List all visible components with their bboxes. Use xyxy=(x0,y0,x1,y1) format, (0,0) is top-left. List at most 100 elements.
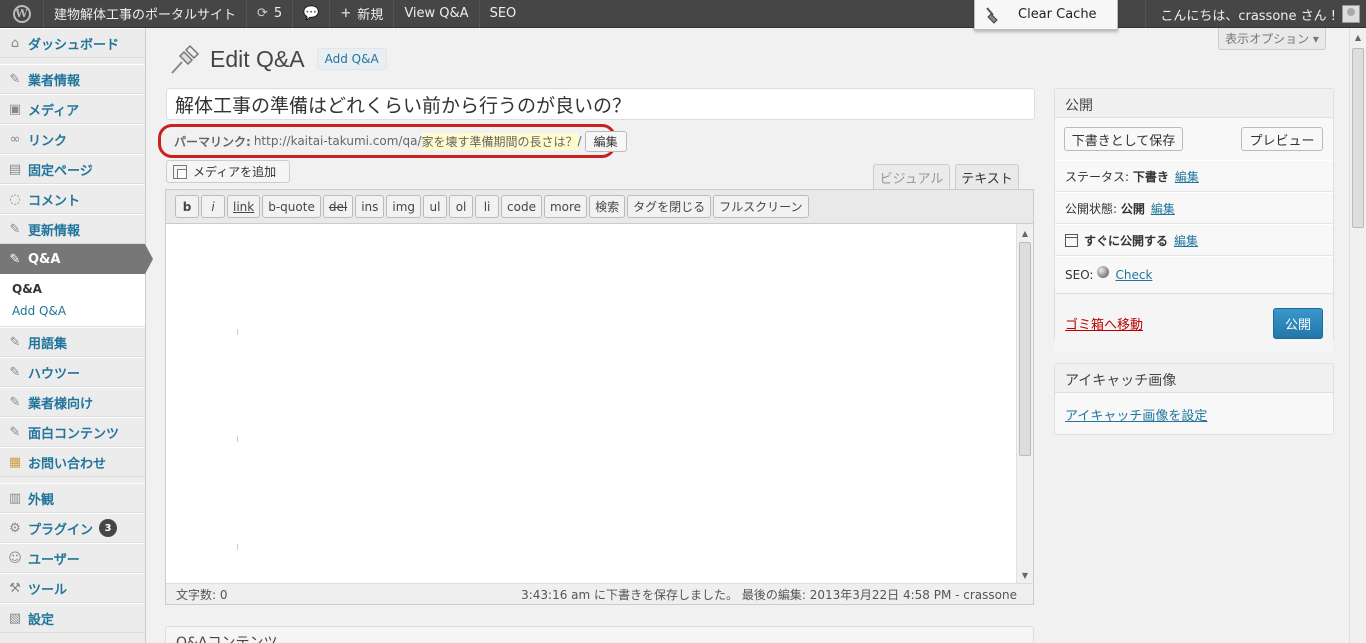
wordpress-logo-menu[interactable]: W xyxy=(0,0,44,28)
clear-cache-label: Clear Cache xyxy=(1018,7,1097,22)
sidebar-item-for-contractors[interactable]: ✎ 業者様向け xyxy=(0,387,145,417)
sidebar-item-contact[interactable]: ▦ お問い合わせ xyxy=(0,447,145,477)
site-name-link[interactable]: 建物解体工事のポータルサイト xyxy=(44,0,248,28)
sidebar-item-dashboard[interactable]: ⌂ ダッシュボード xyxy=(0,28,145,58)
sidebar-item-label: Q&A xyxy=(28,251,61,267)
featured-image-heading[interactable]: アイキャッチ画像 xyxy=(1055,364,1333,393)
sidebar-item-label: プラグイン xyxy=(28,522,94,538)
schedule-edit-link[interactable]: 編集 xyxy=(1174,232,1198,249)
visibility-value: 公開 xyxy=(1120,201,1145,216)
publish-box-heading[interactable]: 公開 xyxy=(1055,89,1333,118)
set-featured-image-link[interactable]: アイキャッチ画像を設定 xyxy=(1055,393,1333,436)
qt-blockquote-button[interactable]: b-quote xyxy=(262,195,321,218)
page-scroll-up-arrow-icon[interactable]: ▲ xyxy=(1350,30,1366,44)
pin-icon: ✎ xyxy=(9,424,21,440)
main-content: 表示オプション ▾ Edit Q&A Add Q&A 解体工事の準備はどれくらい… xyxy=(146,28,1366,643)
qt-search-button[interactable]: 検索 xyxy=(589,195,626,218)
save-draft-button[interactable]: 下書きとして保存 xyxy=(1064,127,1183,151)
publish-minor-actions: 下書きとして保存 プレビュー xyxy=(1055,118,1333,160)
seo-label: SEO: xyxy=(1065,268,1094,282)
sidebar-item-howto[interactable]: ✎ ハウツー xyxy=(0,357,145,387)
pin-icon: ✎ xyxy=(9,364,21,380)
sidebar-item-settings[interactable]: ▧ 設定 xyxy=(0,603,145,633)
sidebar-item-qa[interactable]: ✎ Q&A xyxy=(0,244,153,274)
qt-img-button[interactable]: img xyxy=(386,195,422,218)
qt-code-button[interactable]: code xyxy=(501,195,542,218)
page-scrollbar-thumb[interactable] xyxy=(1352,48,1364,228)
comments-link[interactable]: 💬 xyxy=(293,0,331,28)
tab-text[interactable]: テキスト xyxy=(955,164,1019,190)
tab-visual[interactable]: ビジュアル xyxy=(873,164,950,190)
qt-ul-button[interactable]: ul xyxy=(423,195,448,218)
scroll-up-arrow-icon[interactable]: ▲ xyxy=(1017,226,1033,240)
updates-link[interactable]: ⟳ 5 xyxy=(247,0,294,28)
qt-bold-button[interactable]: b xyxy=(175,195,199,218)
sidebar-item-links[interactable]: ∞ リンク xyxy=(0,124,145,154)
sidebar-item-plugins[interactable]: ⚙ プラグイン 3 xyxy=(0,513,145,543)
sidebar-item-appearance[interactable]: ▥ 外観 xyxy=(0,483,145,513)
status-edit-link[interactable]: 編集 xyxy=(1175,168,1199,185)
my-account-menu[interactable]: こんにちは、crassone さん ! xyxy=(1145,0,1366,28)
pin-icon: ✎ xyxy=(9,251,21,267)
pin-icon: ✎ xyxy=(9,221,21,237)
permalink-label: パーマリンク: xyxy=(174,134,251,149)
seo-menu[interactable]: SEO xyxy=(480,0,527,28)
sidebar-item-users[interactable]: ☺ ユーザー xyxy=(0,543,145,573)
qt-ol-button[interactable]: ol xyxy=(449,195,474,218)
view-qa-link[interactable]: View Q&A xyxy=(394,0,480,28)
sidebar-item-comments[interactable]: ◌ コメント xyxy=(0,184,145,214)
qt-close-tags-button[interactable]: タグを閉じる xyxy=(627,195,712,218)
sidebar-item-label: 設定 xyxy=(28,612,55,628)
permalink-slug[interactable]: 家を壊す準備期間の長さは？ xyxy=(421,132,578,150)
sidebar-item-label: 業者様向け xyxy=(28,396,94,412)
updates-count: 5 xyxy=(273,6,283,21)
move-to-trash-link[interactable]: ゴミ箱へ移動 xyxy=(1065,314,1143,333)
permalink-edit-button[interactable]: 編集 xyxy=(584,130,627,152)
content-textarea[interactable] xyxy=(166,224,1018,584)
sidebar-item-fun-content[interactable]: ✎ 面白コンテンツ xyxy=(0,417,145,447)
sidebar-item-glossary[interactable]: ✎ 用語集 xyxy=(0,327,145,357)
qa-submenu: Q&A Add Q&A xyxy=(0,274,145,327)
visibility-label: 公開状態: xyxy=(1065,201,1118,216)
sidebar-item-label: ダッシュボード xyxy=(28,37,120,53)
sidebar-item-updates[interactable]: ✎ 更新情報 xyxy=(0,214,145,244)
form-icon: ▦ xyxy=(8,454,22,470)
screen-options-button[interactable]: 表示オプション ▾ xyxy=(1218,28,1326,50)
plugin-update-badge: 3 xyxy=(99,519,118,537)
qt-fullscreen-button[interactable]: フルスクリーン xyxy=(713,195,809,218)
sidebar-item-company-info[interactable]: ✎ 業者情報 xyxy=(0,64,145,94)
status-value: 下書き xyxy=(1132,169,1169,184)
word-count: 文字数: 0 xyxy=(176,587,228,602)
comment-bubble-icon: 💬 xyxy=(303,6,320,21)
publish-button[interactable]: 公開 xyxy=(1273,307,1323,339)
new-content-link[interactable]: + 新規 xyxy=(330,0,395,28)
avatar xyxy=(1342,5,1360,23)
visibility-edit-link[interactable]: 編集 xyxy=(1151,200,1175,217)
seo-check-link[interactable]: Check xyxy=(1115,268,1152,282)
qt-del-button[interactable]: del xyxy=(322,195,354,218)
qt-more-button[interactable]: more xyxy=(543,195,588,218)
preview-button[interactable]: プレビュー xyxy=(1241,127,1323,151)
qt-italic-button[interactable]: i xyxy=(201,195,225,218)
submenu-item-qa[interactable]: Q&A xyxy=(12,278,145,300)
qt-li-button[interactable]: li xyxy=(475,195,500,218)
sidebar-item-media[interactable]: ▣ メディア xyxy=(0,94,145,124)
qt-link-button[interactable]: link xyxy=(227,195,261,218)
clear-cache-button[interactable]: Clear Cache xyxy=(974,0,1118,30)
submenu-item-add-qa[interactable]: Add Q&A xyxy=(12,300,145,322)
qa-contents-heading[interactable]: Q&Aコンテンツ xyxy=(165,626,1034,643)
sidebar-item-label: ハウツー xyxy=(28,366,81,382)
tools-icon: ⚒ xyxy=(9,580,21,596)
post-title-input[interactable]: 解体工事の準備はどれくらい前から行うのが良いの？ xyxy=(166,88,1035,120)
editor-scrollbar[interactable]: ▲ ▼ xyxy=(1016,224,1033,584)
sidebar-item-pages[interactable]: ▤ 固定ページ xyxy=(0,154,145,184)
qt-ins-button[interactable]: ins xyxy=(355,195,385,218)
add-media-button[interactable]: メディアを追加 xyxy=(166,160,290,183)
editor-scrollbar-thumb[interactable] xyxy=(1019,242,1031,456)
page-icon: ▤ xyxy=(8,161,22,177)
add-qa-button[interactable]: Add Q&A xyxy=(316,48,387,70)
scroll-down-arrow-icon[interactable]: ▼ xyxy=(1017,568,1033,582)
settings-icon: ▧ xyxy=(8,610,22,626)
page-scrollbar[interactable]: ▲ xyxy=(1349,28,1366,643)
sidebar-item-tools[interactable]: ⚒ ツール xyxy=(0,573,145,603)
